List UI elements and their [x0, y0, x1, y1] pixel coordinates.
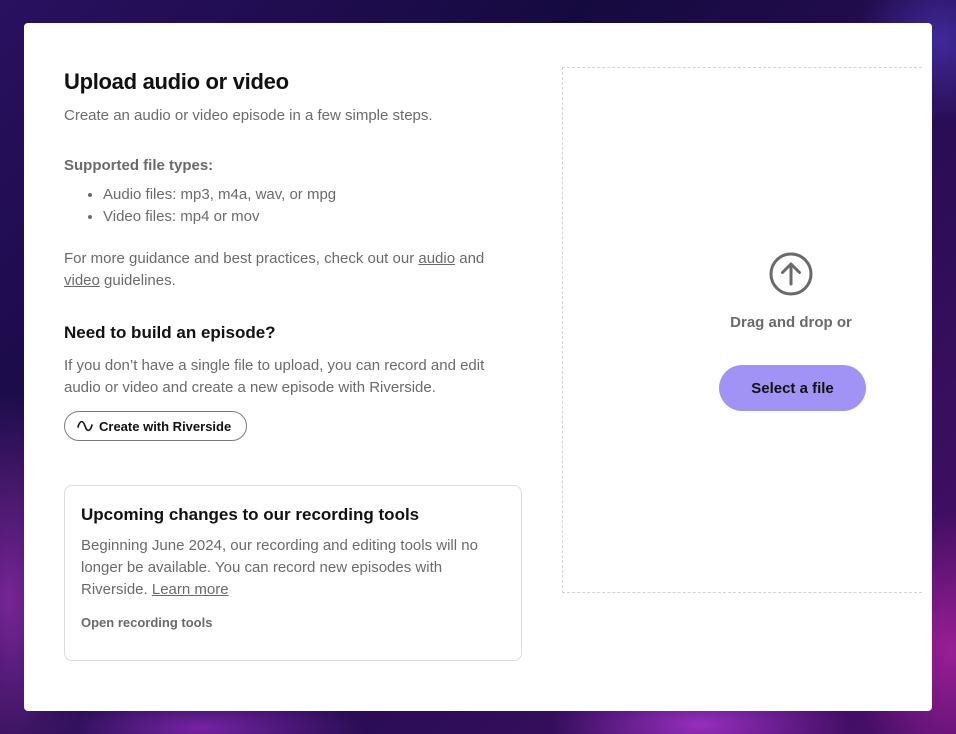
dropzone-icon-wrap — [729, 252, 853, 301]
file-dropzone[interactable]: Drag and drop or Select a file — [562, 67, 922, 593]
supported-types-heading: Supported file types: — [64, 157, 214, 174]
page-title: Upload audio or video — [64, 69, 289, 94]
guidance-prefix: For more guidance and best practices, ch… — [64, 250, 415, 267]
upload-dialog: Upload audio or video Create an audio or… — [24, 23, 932, 711]
create-with-riverside-button[interactable]: Create with Riverside — [64, 411, 248, 441]
intro-text: Create an audio or video episode in a fe… — [64, 107, 433, 124]
upload-info-panel: Upload audio or video Create an audio or… — [64, 67, 524, 441]
open-recording-tools-link[interactable]: Open recording tools — [81, 615, 505, 630]
upload-arrow-icon — [769, 252, 813, 296]
guidance-suffix: guidelines. — [104, 272, 176, 289]
notice-description-text: Beginning June 2024, our recording and e… — [81, 537, 478, 598]
list-item: Audio files: mp3, m4a, wav, or mpg — [103, 184, 524, 206]
guidance-and: and — [459, 250, 485, 267]
learn-more-link[interactable]: Learn more — [152, 581, 229, 598]
audio-guidelines-link[interactable]: audio — [418, 250, 455, 267]
wave-icon — [77, 420, 93, 432]
list-item: Video files: mp4 or mov — [103, 206, 524, 228]
select-file-button[interactable]: Select a file — [719, 365, 866, 411]
build-episode-heading: Need to build an episode? — [64, 323, 276, 342]
dropzone-text: Drag and drop or — [730, 314, 852, 331]
guidance-text: For more guidance and best practices, ch… — [64, 248, 524, 292]
video-guidelines-link[interactable]: video — [64, 272, 100, 289]
build-episode-description: If you don’t have a single file to uploa… — [64, 357, 485, 396]
create-with-riverside-label: Create with Riverside — [99, 418, 232, 434]
recording-tools-notice: Upcoming changes to our recording tools … — [64, 485, 522, 661]
notice-title: Upcoming changes to our recording tools — [81, 505, 420, 524]
supported-types-list: Audio files: mp3, m4a, wav, or mpg Video… — [64, 184, 524, 228]
notice-description: Beginning June 2024, our recording and e… — [81, 535, 505, 601]
